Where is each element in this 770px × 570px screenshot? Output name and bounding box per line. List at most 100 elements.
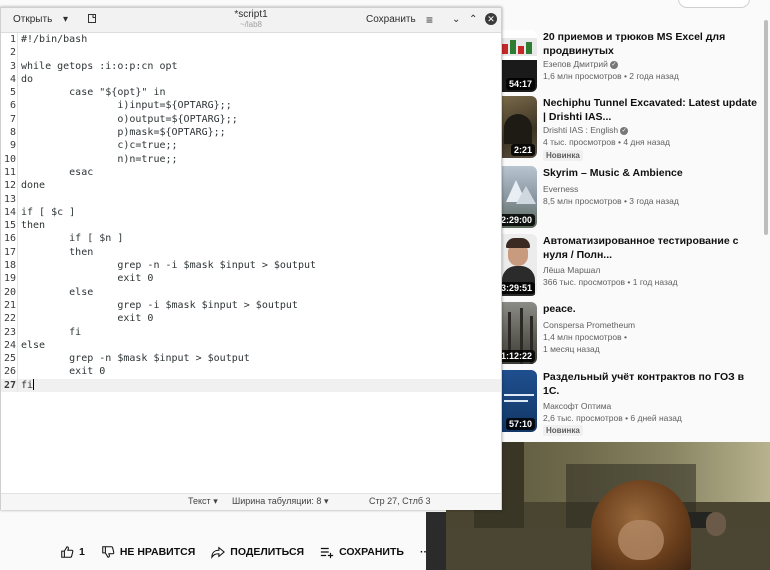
recommendation-item[interactable]: 57:10 Раздельный учёт контрактов по ГОЗ … (500, 370, 765, 436)
dislike-button[interactable]: НЕ НРАВИТСЯ (101, 545, 195, 559)
code-line[interactable]: 26 exit 0 (1, 365, 501, 379)
recommendation-item[interactable]: 2:29:00 Skyrim – Music & Ambience Everne… (500, 166, 765, 230)
video-title[interactable]: Skyrim – Music & Ambience (543, 166, 758, 180)
like-button[interactable]: 1 (60, 545, 85, 559)
line-number: 10 (1, 152, 18, 166)
channel-name[interactable]: Езепов Дмитрий ✓ (543, 59, 618, 69)
line-number: 6 (1, 99, 18, 113)
recommendation-item[interactable]: 54:17 20 приемов и трюков MS Excel для п… (500, 30, 765, 94)
code-editor[interactable]: 1 #!/bin/bash 2 3 while getops :i:o:p:cn opt… (1, 33, 501, 493)
top-right-button[interactable] (678, 0, 750, 8)
channel-label: Conspersa Prometheum (543, 320, 636, 330)
cursor-position-label: Стр 27, Стлб 3 (369, 496, 431, 506)
code-text: #!/bin/bash (21, 34, 88, 45)
video-title[interactable]: Раздельный учёт контрактов по ГОЗ в 1С. (543, 370, 758, 398)
close-button[interactable]: ✕ (485, 13, 497, 25)
code-text: fi (21, 326, 82, 338)
menu-icon: ≡ (426, 13, 434, 27)
video-actions: 1 НЕ НРАВИТСЯ ПОДЕЛИТЬСЯ СОХРАНИТЬ ··· (60, 541, 430, 563)
video-thumbnail[interactable]: 57:10 (500, 370, 537, 432)
video-thumbnail[interactable]: 2:29:00 (500, 166, 537, 228)
video-thumbnail[interactable]: 3:29:51 (500, 234, 537, 296)
code-line[interactable]: 11 esac (1, 165, 501, 180)
code-text: fi (21, 379, 34, 391)
video-title[interactable]: Nechiphu Tunnel Excavated: Latest update… (543, 96, 758, 124)
video-title[interactable]: Автоматизированное тестирование с нуля /… (543, 234, 758, 262)
code-line[interactable]: 6 i)input=${OPTARG};; (1, 99, 501, 113)
line-number: 7 (1, 112, 18, 127)
tab-width-selector[interactable]: Ширина табуляции: 8 ▾ (232, 496, 328, 507)
save-to-playlist-button[interactable]: СОХРАНИТЬ (320, 545, 404, 559)
save-button[interactable]: Сохранить (366, 12, 416, 28)
line-number: 1 (1, 33, 18, 47)
hamburger-menu-button[interactable]: ≡ (426, 12, 433, 28)
video-thumbnail[interactable]: 1:12:22 (500, 302, 537, 364)
code-text: exit 0 (21, 366, 106, 378)
line-number: 18 (1, 259, 18, 273)
video-title[interactable]: peace. (543, 302, 758, 316)
code-text: while getops :i:o:p:cn opt (21, 60, 178, 72)
share-button[interactable]: ПОДЕЛИТЬСЯ (211, 545, 304, 559)
minimize-button[interactable]: ⌄ (452, 12, 460, 28)
code-line[interactable]: 4 do (1, 72, 501, 87)
language-selector[interactable]: Текст ▾ (188, 496, 218, 507)
status-bar: Текст ▾ Ширина табуляции: 8 ▾ Стр 27, Ст… (1, 493, 501, 510)
verified-icon: ✓ (620, 126, 629, 135)
code-line[interactable]: 7 o)output=${OPTARG};; (1, 112, 501, 127)
code-line[interactable]: 18 grep -n -i $mask $input > $output (1, 259, 501, 273)
code-line[interactable]: 9 c)c=true;; (1, 139, 501, 153)
code-line[interactable]: 3 while getops :i:o:p:cn opt (1, 59, 501, 73)
line-number: 19 (1, 272, 18, 286)
code-line[interactable]: 20 else (1, 285, 501, 299)
video-title[interactable]: 20 приемов и трюков MS Excel для продвин… (543, 30, 758, 58)
video-thumbnail[interactable]: 2:21 (500, 96, 537, 158)
code-line[interactable]: 8 p)mask=${OPTARG};; (1, 126, 501, 140)
code-line[interactable]: 22 exit 0 (1, 312, 501, 326)
line-number: 16 (1, 232, 18, 246)
code-line[interactable]: 25 grep -n $mask $input > $output (1, 352, 501, 366)
code-line[interactable]: 1 #!/bin/bash (1, 33, 501, 47)
share-label: ПОДЕЛИТЬСЯ (230, 546, 305, 558)
channel-name[interactable]: Everness (543, 184, 578, 194)
video-meta: 8,5 млн просмотров • 3 года назад (543, 196, 679, 206)
maximize-button[interactable]: ⌃ (469, 12, 477, 28)
channel-name[interactable]: Drishti IAS : English ✓ (543, 125, 629, 135)
video-meta: 4 тыс. просмотров • 4 дня назад (543, 137, 670, 147)
code-line[interactable]: 5 case "${opt}" in (1, 86, 501, 100)
channel-name[interactable]: Максофт Оптима (543, 401, 611, 411)
code-line[interactable]: 15 then (1, 219, 501, 233)
code-text: p)mask=${OPTARG};; (21, 127, 226, 139)
code-line[interactable]: 13 (1, 192, 501, 206)
channel-name[interactable]: Conspersa Prometheum (543, 320, 635, 330)
code-text: o)output=${OPTARG};; (21, 113, 238, 125)
code-line[interactable]: 2 (1, 46, 501, 60)
code-text: do (21, 73, 34, 85)
dislike-label: НЕ НРАВИТСЯ (119, 546, 196, 558)
code-line[interactable]: 27 fi (1, 378, 501, 393)
recommendation-item[interactable]: 3:29:51 Автоматизированное тестирование … (500, 234, 765, 298)
code-line[interactable]: 24 else (1, 338, 501, 353)
line-number: 8 (1, 126, 18, 140)
code-line[interactable]: 14 if [ $c ] (1, 205, 501, 220)
video-meta-date: 1 месяц назад (543, 344, 600, 354)
code-line[interactable]: 12 done (1, 179, 501, 193)
code-text: done (21, 180, 46, 192)
code-line[interactable]: 23 fi (1, 325, 501, 339)
line-number: 3 (1, 59, 18, 73)
header-bar: Открыть ▾ *script1 ~/lab8 Сохранить ≡ ⌄ … (1, 8, 501, 33)
new-badge: Новинка (543, 150, 583, 161)
code-line[interactable]: 16 if [ $n ] (1, 232, 501, 246)
recommendation-item[interactable]: 2:21 Nechiphu Tunnel Excavated: Latest u… (500, 96, 765, 161)
code-line[interactable]: 19 exit 0 (1, 272, 501, 286)
video-thumbnail[interactable]: 54:17 (500, 30, 537, 92)
channel-name[interactable]: Лёша Маршал (543, 265, 600, 275)
video-meta: 1,6 млн просмотров • 2 года назад (543, 71, 679, 81)
line-number: 4 (1, 72, 18, 87)
recommendation-item[interactable]: 1:12:22 peace. Conspersa Prometheum 1,4 … (500, 302, 765, 366)
line-number: 12 (1, 179, 18, 193)
code-line[interactable]: 17 then (1, 245, 501, 260)
video-meta: 366 тыс. просмотров • 1 год назад (543, 277, 678, 287)
code-line[interactable]: 21 grep -i $mask $input > $output (1, 298, 501, 313)
save-label: СОХРАНИТЬ (339, 546, 404, 558)
code-line[interactable]: 10 n)n=true;; (1, 152, 501, 166)
